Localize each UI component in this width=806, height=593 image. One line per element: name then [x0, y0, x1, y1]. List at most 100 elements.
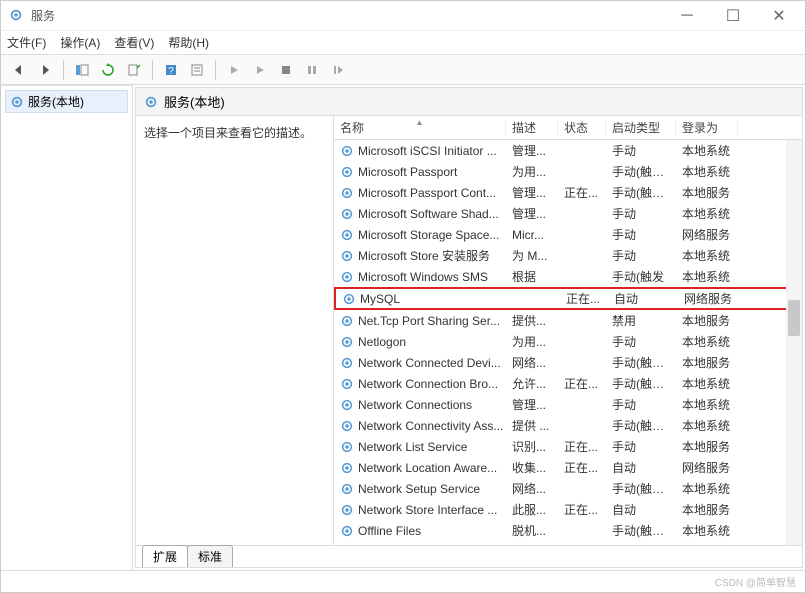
cell-desc: 管理...: [506, 142, 558, 159]
tab-extended[interactable]: 扩展: [142, 545, 188, 567]
cell-start: 手动: [606, 396, 676, 413]
help-button[interactable]: ?: [159, 58, 183, 82]
cell-status: 正在...: [558, 459, 606, 476]
cell-logon: 本地系统: [676, 522, 738, 539]
cell-name: Net.Tcp Port Sharing Ser...: [334, 314, 506, 328]
cell-name: Network Setup Service: [334, 482, 506, 496]
cell-name: Network Location Aware...: [334, 461, 506, 475]
tab-standard[interactable]: 标准: [187, 545, 233, 567]
cell-logon: 本地服务: [676, 438, 738, 455]
cell-status: 正在...: [558, 438, 606, 455]
back-button[interactable]: [7, 58, 31, 82]
tree-root-services[interactable]: 服务(本地): [5, 90, 128, 113]
table-row[interactable]: Network Store Interface ...此服...正在...自动本…: [334, 499, 802, 520]
cell-status: 正在...: [558, 375, 606, 392]
maximize-button[interactable]: ☐: [719, 6, 747, 26]
cell-name: Microsoft iSCSI Initiator ...: [334, 144, 506, 158]
vertical-scrollbar[interactable]: [786, 140, 802, 545]
service-icon: [340, 377, 354, 391]
table-row[interactable]: Netlogon为用...手动本地系统: [334, 331, 802, 352]
cell-desc: 允许...: [506, 375, 558, 392]
menu-view[interactable]: 查看(V): [114, 34, 154, 51]
column-name[interactable]: 名称▲: [334, 119, 506, 136]
start-service-button[interactable]: [222, 58, 246, 82]
menu-file[interactable]: 文件(F): [7, 34, 46, 51]
column-desc[interactable]: 描述: [506, 119, 558, 136]
menu-bar: 文件(F) 操作(A) 查看(V) 帮助(H): [1, 31, 805, 55]
column-start[interactable]: 启动类型: [606, 119, 676, 136]
cell-logon: 本地系统: [676, 375, 738, 392]
cell-start: 手动(触发...: [606, 375, 676, 392]
table-row[interactable]: OpenSSH AuthenticationAge禁用本地系统: [334, 541, 802, 545]
cell-start: 禁用: [606, 312, 676, 329]
cell-start: 自动: [606, 459, 676, 476]
menu-help[interactable]: 帮助(H): [168, 34, 209, 51]
status-bar: [1, 570, 805, 592]
cell-desc: 网络...: [506, 354, 558, 371]
column-logon[interactable]: 登录为: [676, 119, 738, 136]
table-row[interactable]: Microsoft Windows SMS根据手动(触发本地系统: [334, 266, 802, 287]
cell-logon: 本地系统: [676, 205, 738, 222]
cell-logon: 本地系统: [676, 333, 738, 350]
export-button[interactable]: [122, 58, 146, 82]
detail-hint-text: 选择一个项目来查看它的描述。: [144, 126, 312, 140]
detail-pane: 服务(本地) 选择一个项目来查看它的描述。 名称▲ 描述 状态 启动类型 登录为…: [135, 87, 803, 568]
cell-desc: 提供...: [506, 312, 558, 329]
service-icon: [340, 270, 354, 284]
cell-name: MySQL: [336, 292, 508, 306]
separator: [152, 60, 153, 80]
show-hide-tree-button[interactable]: [70, 58, 94, 82]
service-icon: [340, 398, 354, 412]
minimize-button[interactable]: ─: [673, 6, 701, 26]
table-row[interactable]: Network Connection Bro...允许...正在...手动(触发…: [334, 373, 802, 394]
forward-button[interactable]: [33, 58, 57, 82]
cell-logon: 本地服务: [676, 184, 738, 201]
table-row[interactable]: Network Location Aware...收集...正在...自动网络服…: [334, 457, 802, 478]
stop-service-button[interactable]: [248, 58, 272, 82]
cell-start: 自动: [608, 290, 678, 307]
table-row[interactable]: Microsoft iSCSI Initiator ...管理...手动本地系统: [334, 140, 802, 161]
table-row[interactable]: Network Connections管理...手动本地系统: [334, 394, 802, 415]
table-row[interactable]: Network List Service识别...正在...手动本地服务: [334, 436, 802, 457]
table-row[interactable]: Microsoft Storage Space...Micr...手动网络服务: [334, 224, 802, 245]
menu-operation[interactable]: 操作(A): [60, 34, 100, 51]
cell-start: 自动: [606, 501, 676, 518]
cell-name: Network List Service: [334, 440, 506, 454]
service-icon: [340, 144, 354, 158]
table-row[interactable]: Network Setup Service网络...手动(触发...本地系统: [334, 478, 802, 499]
resume-service-button[interactable]: [326, 58, 350, 82]
close-button[interactable]: ✕: [765, 6, 793, 26]
cell-start: 手动(触发...: [606, 184, 676, 201]
properties-button[interactable]: [185, 58, 209, 82]
cell-name: Microsoft Storage Space...: [334, 228, 506, 242]
window-title: 服务: [31, 7, 673, 24]
service-icon: [340, 503, 354, 517]
cell-status: 正在...: [560, 290, 608, 307]
table-row[interactable]: Network Connectivity Ass...提供 ...手动(触发..…: [334, 415, 802, 436]
table-row[interactable]: Microsoft Passport Cont...管理...正在...手动(触…: [334, 182, 802, 203]
table-row[interactable]: Microsoft Software Shad...管理...手动本地系统: [334, 203, 802, 224]
cell-logon: 本地系统: [676, 268, 738, 285]
refresh-button[interactable]: [96, 58, 120, 82]
cell-logon: 本地系统: [676, 480, 738, 497]
scroll-thumb[interactable]: [788, 300, 800, 336]
cell-logon: 网络服务: [678, 290, 740, 307]
cell-desc: 管理...: [506, 396, 558, 413]
column-status[interactable]: 状态: [558, 119, 606, 136]
pause-service-button[interactable]: [274, 58, 298, 82]
watermark: CSDN @简单智慧: [715, 574, 796, 589]
cell-status: 正在...: [558, 184, 606, 201]
service-icon: [340, 545, 354, 546]
restart-service-button[interactable]: [300, 58, 324, 82]
service-icon: [340, 314, 354, 328]
view-tabs: 扩展 标准: [136, 545, 802, 567]
table-row[interactable]: MySQL 正在...自动网络服务: [334, 287, 802, 310]
table-row[interactable]: Offline Files脱机...手动(触发...本地系统: [334, 520, 802, 541]
table-row[interactable]: Network Connected Devi...网络...手动(触发...本地…: [334, 352, 802, 373]
cell-name: Network Connectivity Ass...: [334, 419, 506, 433]
cell-desc: 收集...: [506, 459, 558, 476]
table-row[interactable]: Net.Tcp Port Sharing Ser...提供...禁用本地服务: [334, 310, 802, 331]
table-row[interactable]: Microsoft Passport为用...手动(触发...本地系统: [334, 161, 802, 182]
table-row[interactable]: Microsoft Store 安装服务为 M...手动本地系统: [334, 245, 802, 266]
list-header: 名称▲ 描述 状态 启动类型 登录为: [334, 116, 802, 140]
